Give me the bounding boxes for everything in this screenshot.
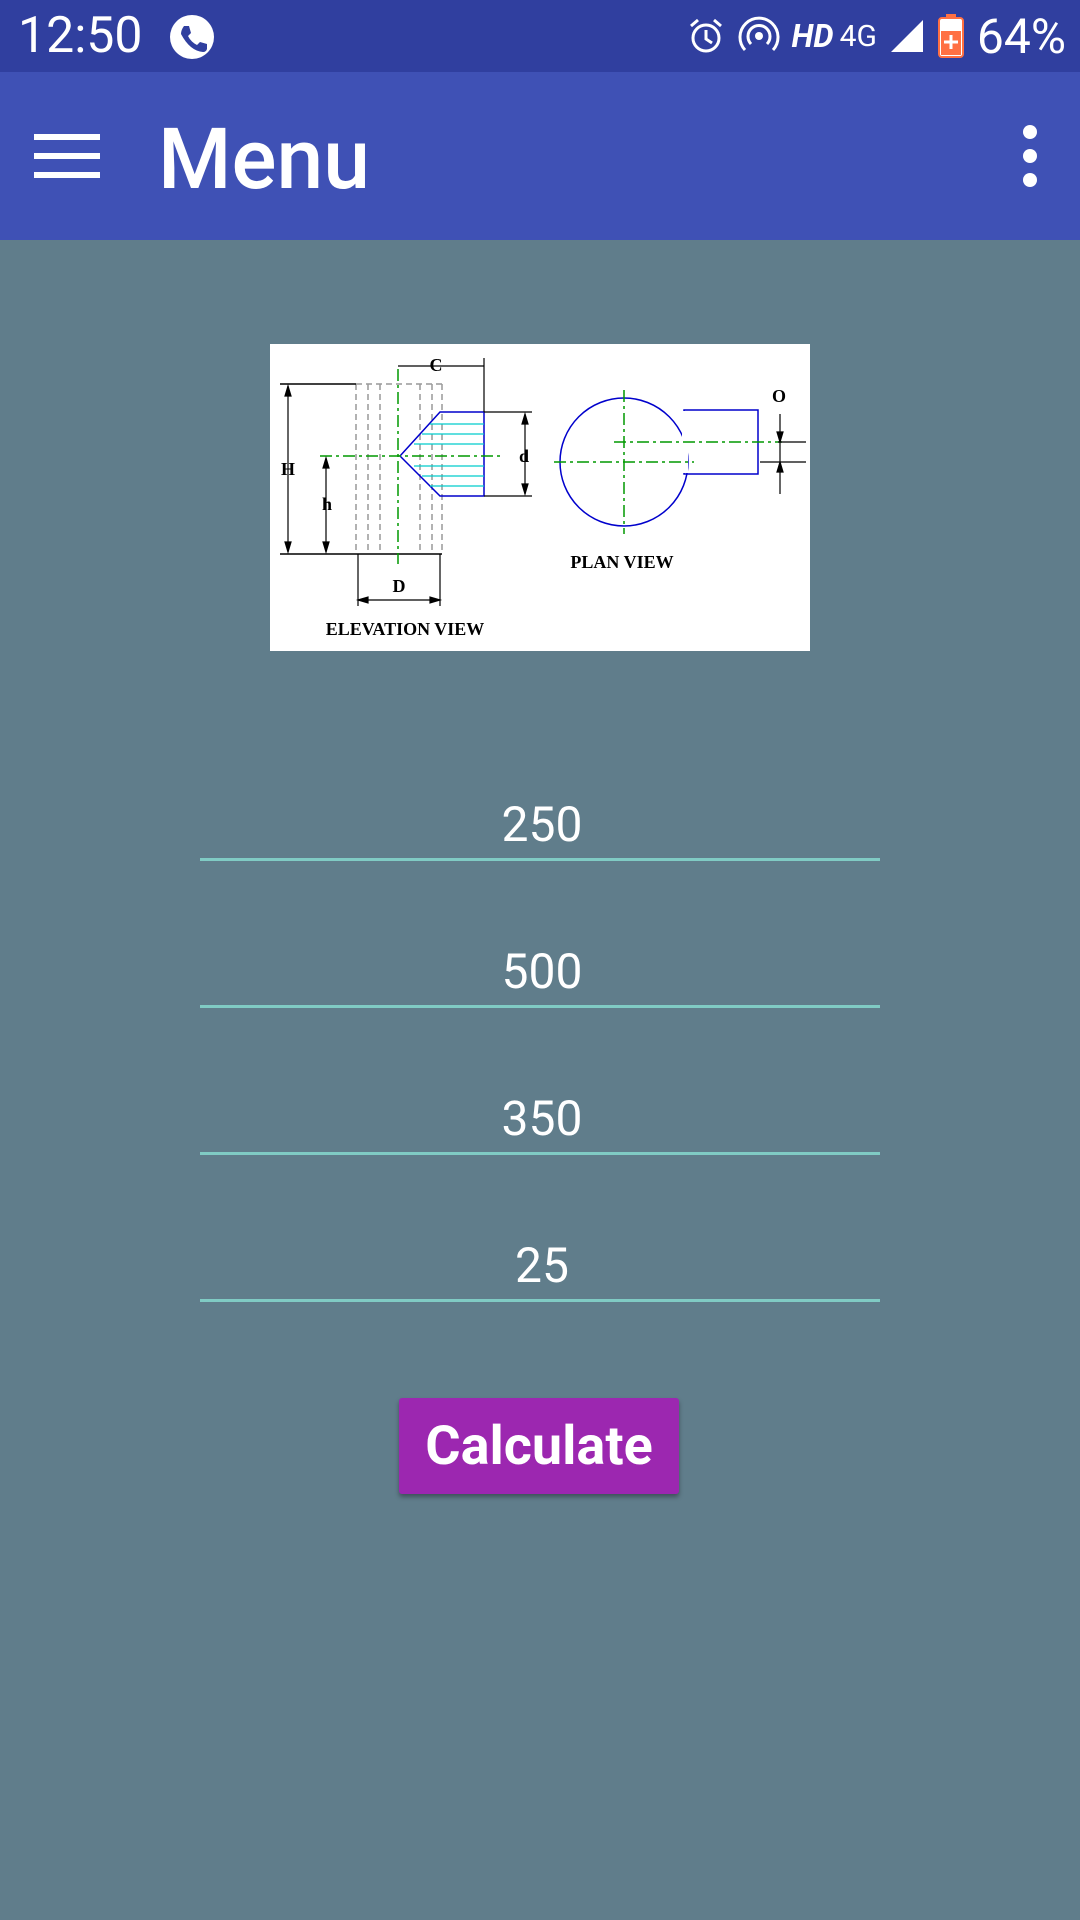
dimension-input-4-field (200, 1229, 884, 1302)
diagram-label-h-lower: h (322, 494, 332, 514)
alarm-icon (689, 18, 722, 53)
phone-icon (170, 15, 214, 59)
dimension-input-1-field (200, 788, 884, 861)
hotspot-icon (738, 16, 779, 52)
diagram-label-h-upper: H (281, 459, 295, 479)
battery-percent: 64% (976, 7, 1066, 65)
app-bar: Menu (0, 72, 1080, 240)
dimension-input-4[interactable] (200, 1229, 884, 1301)
diagram-label-plan-view: PLAN VIEW (570, 552, 673, 572)
page-title: Menu (158, 110, 370, 209)
battery-icon (937, 14, 964, 58)
overflow-menu-icon[interactable] (1018, 124, 1042, 188)
elevation-pipe (355, 383, 443, 554)
network-type-label: 4G (839, 18, 877, 54)
diagram-label-c: C (430, 355, 443, 375)
dimension-input-2-field (200, 935, 884, 1008)
calculate-button[interactable]: Calculate (399, 1398, 679, 1494)
dimension-lines (284, 358, 532, 606)
status-icons: HD 4G 64% (674, 7, 1066, 65)
diagram-label-elevation-view: ELEVATION VIEW (326, 619, 485, 639)
tee-fitting-diagram: C H h d D O PLAN VIEW ELEVATION VIEW (270, 344, 810, 651)
hamburger-menu-icon[interactable] (34, 132, 100, 180)
dimension-input-2[interactable] (200, 935, 884, 1007)
dimension-input-3-field (200, 1082, 884, 1155)
plan-view-shape (554, 390, 806, 534)
status-bar: 12:50 HD 4G 64% (0, 0, 1080, 72)
status-time: 12:50 (18, 7, 143, 65)
diagram-label-o: O (772, 386, 786, 406)
signal-icon (890, 20, 923, 52)
dimension-input-3[interactable] (200, 1082, 884, 1154)
diagram-label-d-upper: D (393, 576, 406, 596)
hd-label: HD (791, 17, 834, 55)
dimension-input-1[interactable] (200, 788, 884, 860)
diagram-label-d-lower: d (519, 446, 529, 466)
